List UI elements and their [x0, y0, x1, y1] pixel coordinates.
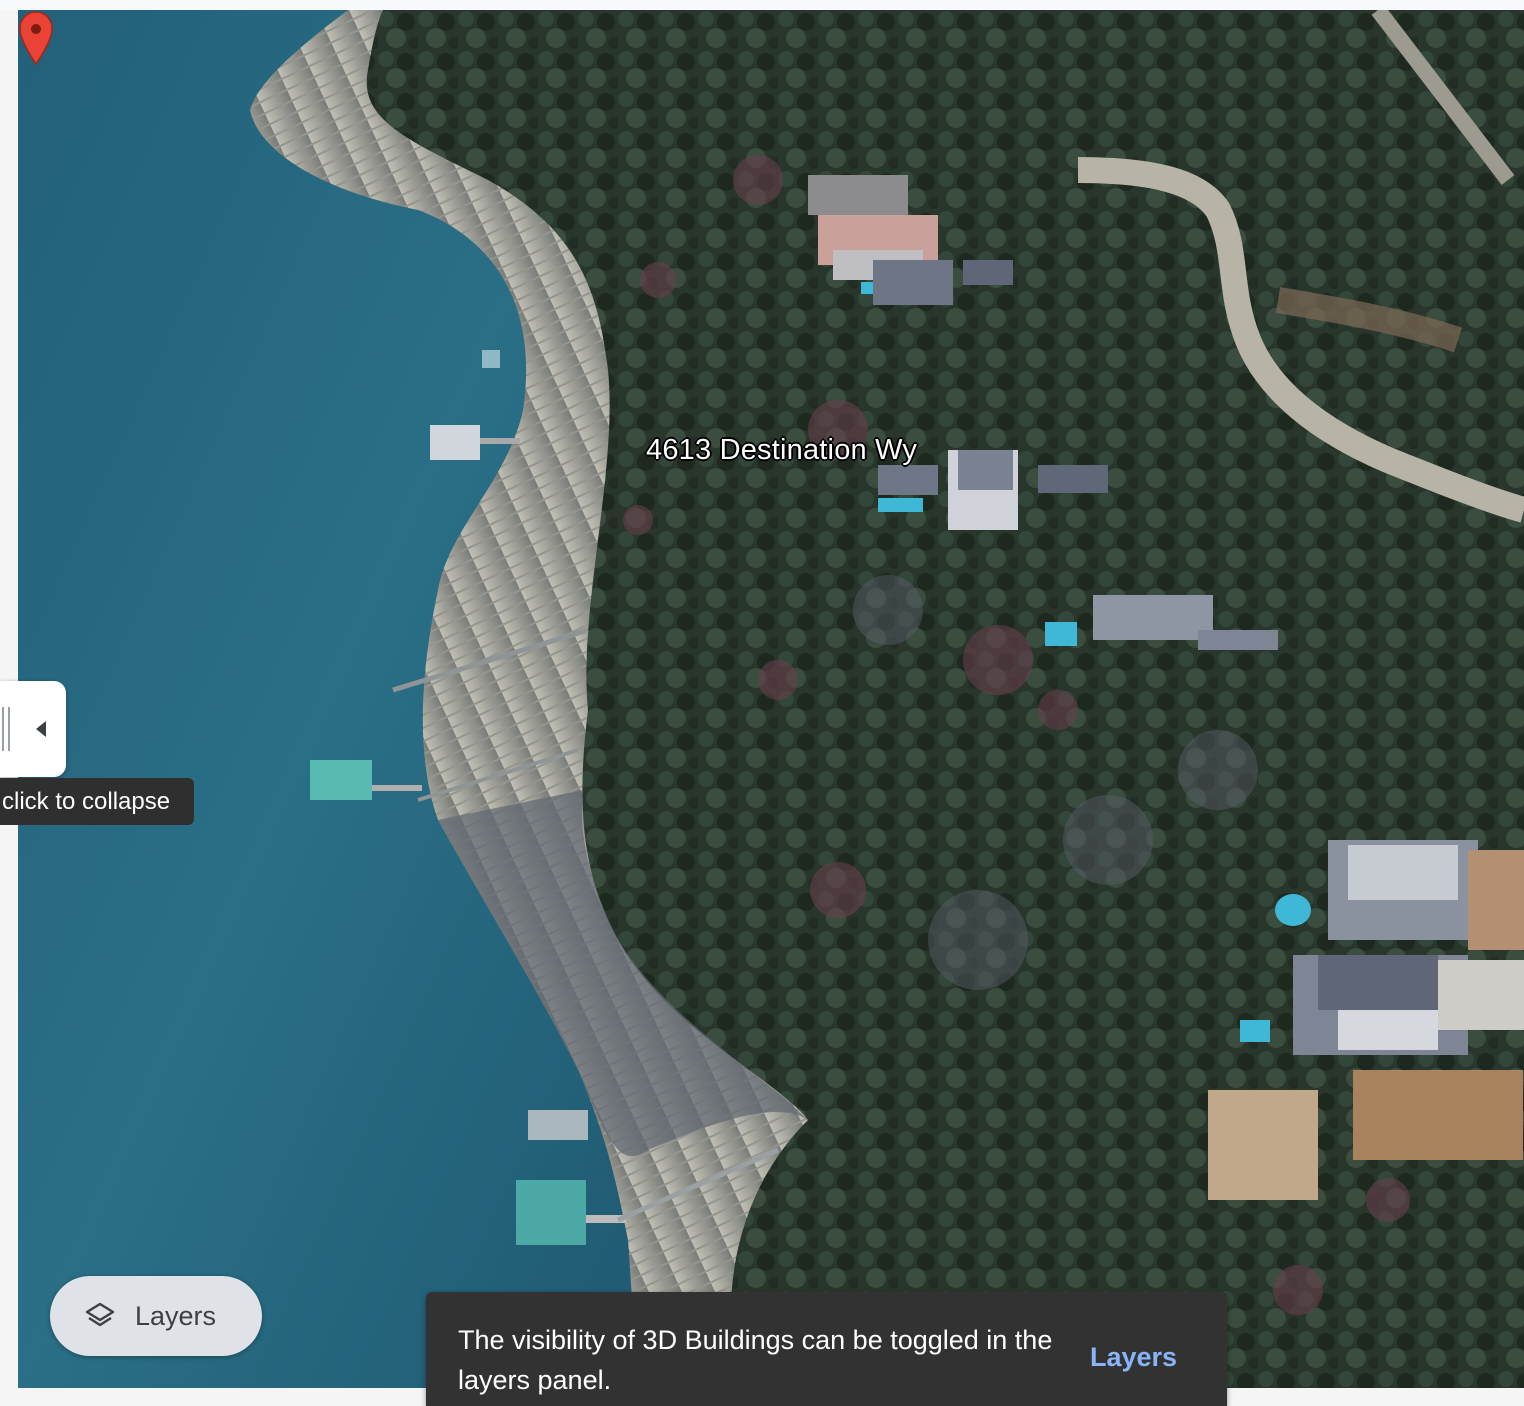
layers-button-label: Layers — [135, 1301, 217, 1331]
satellite-imagery — [18, 10, 1524, 1388]
snackbar-layers-action[interactable]: Layers — [1090, 1342, 1177, 1373]
snackbar-notification: The visibility of 3D Buildings can be to… — [426, 1292, 1227, 1406]
red-location-pin-icon[interactable] — [18, 10, 54, 66]
side-panel-collapse-handle[interactable] — [0, 681, 66, 777]
satellite-map-view[interactable]: 4613 Destination Wy — [18, 10, 1524, 1388]
collapse-tooltip: click to collapse — [0, 778, 194, 825]
chevron-left-icon — [36, 721, 46, 737]
place-label: 4613 Destination Wy — [646, 434, 918, 466]
layers-button[interactable]: Layers — [50, 1276, 262, 1356]
layers-icon — [85, 1302, 115, 1327]
drag-grip-icon — [2, 707, 10, 751]
snackbar-message: The visibility of 3D Buildings can be to… — [458, 1325, 1053, 1395]
